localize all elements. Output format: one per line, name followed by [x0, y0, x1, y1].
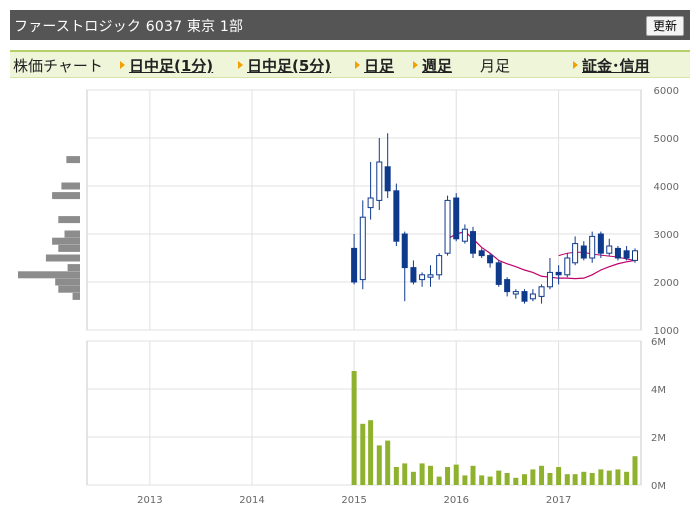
volume-bar — [487, 476, 493, 485]
x-tick-label: 2014 — [239, 495, 264, 506]
volume-bar — [589, 473, 595, 485]
price-y-tick-label: 2000 — [654, 278, 679, 289]
x-tick-label: 2017 — [546, 495, 571, 506]
candle-body — [495, 262, 502, 285]
candle-body — [589, 235, 596, 259]
candle-body — [419, 274, 426, 281]
volume-bar — [556, 467, 562, 485]
candle-body — [538, 286, 545, 297]
candle-body — [597, 233, 604, 254]
candle-body — [461, 228, 468, 242]
volume-bar — [615, 469, 621, 485]
volume-profile-bar — [61, 182, 80, 190]
volume-bar — [410, 471, 416, 485]
candle-body — [614, 247, 621, 259]
volume-bar — [624, 471, 630, 485]
price-y-tick-label: 4000 — [654, 182, 679, 193]
candle-body — [401, 233, 408, 269]
volume-bar — [419, 463, 425, 485]
candle-body — [427, 274, 434, 278]
volume-bar — [530, 469, 536, 485]
volume-bar — [393, 467, 399, 485]
candle-body — [393, 190, 400, 242]
volume-profile-bar — [55, 278, 80, 286]
candle-body — [453, 197, 460, 240]
volume-bar — [445, 467, 451, 485]
volume-bar — [564, 474, 570, 485]
volume-bar — [368, 420, 374, 485]
volume-bar — [427, 465, 433, 485]
volume-y-tick-label: 0M — [651, 481, 666, 492]
volume-bar — [453, 464, 459, 485]
volume-profile-bar — [18, 271, 80, 279]
x-tick-label: 2013 — [137, 495, 162, 506]
stock-chart: 6000 5000 4000 3000 2000 10006M 4M 2M 0M 2013 2014… — [18, 86, 679, 506]
price-y-tick-label: 1000 — [654, 326, 679, 337]
candle-body — [367, 197, 374, 209]
candle-body — [436, 255, 443, 276]
volume-bar — [632, 456, 638, 485]
volume-profile-bar — [45, 254, 80, 262]
volume-bar — [360, 423, 366, 485]
candle-body — [606, 245, 613, 254]
volume-bar — [436, 476, 442, 485]
candle-body — [504, 279, 511, 293]
volume-bar — [572, 474, 578, 485]
x-tick-label: 2015 — [341, 495, 366, 506]
candle-body — [359, 216, 366, 281]
candle-body — [384, 166, 391, 192]
candle-body — [623, 250, 630, 259]
volume-profile-bar — [52, 237, 80, 245]
volume-bar — [376, 445, 382, 485]
volume-profile-bar — [66, 156, 80, 164]
x-tick-label: 2016 — [443, 495, 468, 506]
volume-bar — [547, 473, 553, 485]
candle-body — [580, 245, 587, 259]
price-panel — [86, 89, 642, 331]
volume-profile-bar — [72, 292, 80, 300]
volume-profile-bar — [67, 264, 80, 272]
candle-body — [487, 255, 494, 264]
volume-bar — [402, 463, 408, 485]
volume-y-tick-label: 2M — [651, 433, 666, 444]
candle-body — [478, 250, 485, 257]
volume-profile-bar — [58, 285, 80, 293]
volume-bar — [504, 473, 510, 485]
candle-body — [529, 293, 536, 300]
volume-bar — [598, 469, 604, 485]
candle-body — [555, 271, 562, 276]
volume-bar — [513, 477, 519, 485]
candle-body — [512, 291, 519, 295]
volume-bar — [496, 470, 502, 485]
candle-body — [521, 291, 528, 302]
volume-profile-bar — [58, 216, 80, 224]
volume-bar — [606, 470, 612, 485]
volume-bar — [479, 475, 485, 485]
volume-y-tick-label: 4M — [651, 385, 666, 396]
candle-body — [444, 199, 451, 254]
volume-bar — [462, 475, 468, 485]
candle-body — [410, 267, 417, 283]
volume-bar — [351, 371, 357, 485]
price-y-tick-label: 3000 — [654, 230, 679, 241]
candle-body — [376, 161, 383, 201]
volume-bar — [385, 440, 391, 485]
candle-body — [572, 243, 579, 264]
volume-profile-bar — [58, 244, 80, 252]
candle-body — [546, 271, 553, 288]
volume-bar — [521, 474, 527, 485]
price-y-tick-label: 6000 — [654, 86, 679, 97]
volume-y-tick-label: 6M — [651, 337, 666, 348]
price-y-tick-label: 5000 — [654, 134, 679, 145]
candle-body — [351, 247, 358, 283]
candle-body — [470, 231, 477, 254]
candle-body — [632, 250, 638, 261]
volume-profile-bar — [52, 192, 80, 200]
volume-profile-bar — [64, 230, 80, 238]
volume-bar — [470, 465, 476, 485]
candle-body — [564, 257, 571, 276]
volume-bar — [581, 471, 587, 485]
volume-bar — [539, 465, 545, 485]
